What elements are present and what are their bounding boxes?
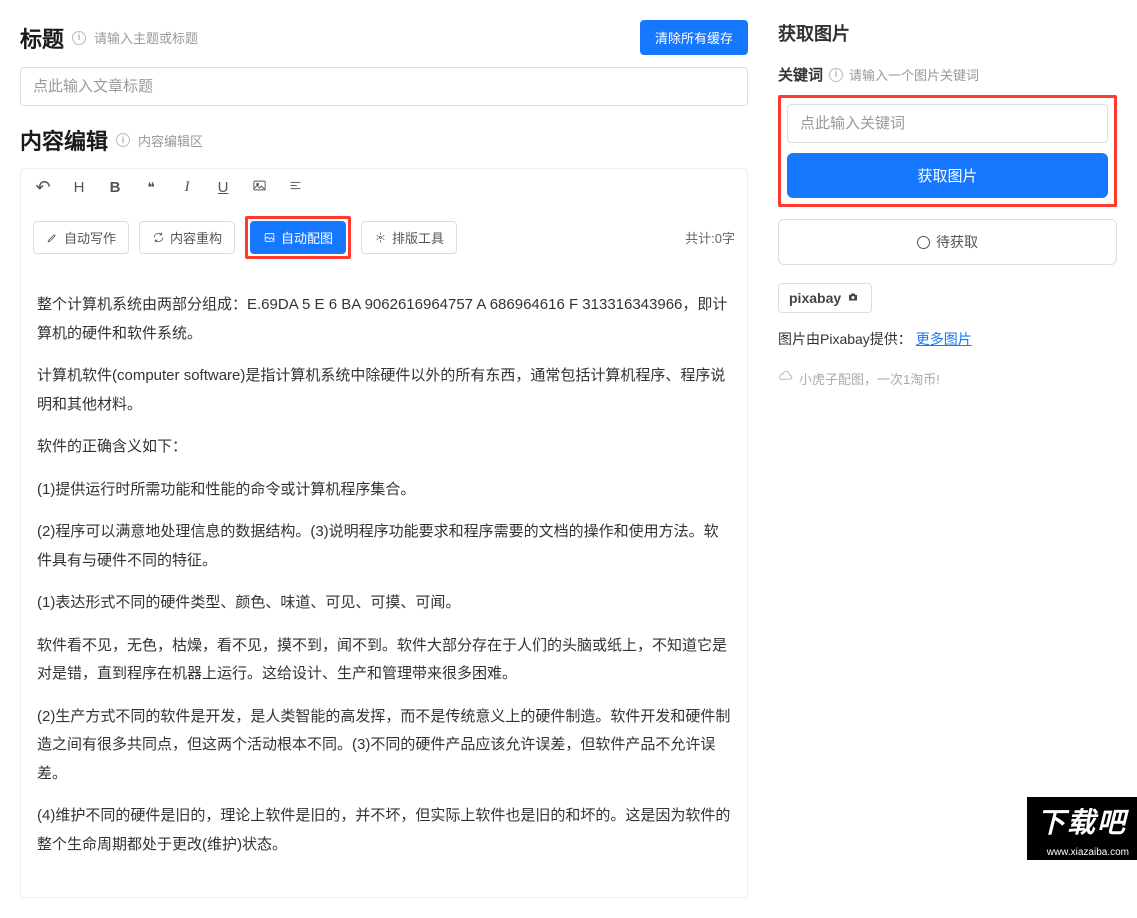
watermark-url: www.xiazaiba.com bbox=[1027, 845, 1137, 860]
title-hint: 请输入主题或标题 bbox=[94, 28, 198, 47]
align-icon[interactable] bbox=[285, 178, 305, 197]
right-panel: 获取图片 关键词 i 请输入一个图片关键词 获取图片 待获取 pixabay 图… bbox=[768, 0, 1137, 918]
keyword-label-text: 关键词 bbox=[778, 64, 823, 85]
heading-icon[interactable]: H bbox=[69, 179, 89, 196]
auto-image-highlight: 自动配图 bbox=[245, 216, 351, 259]
content-paragraph: (4)维护不同的硬件是旧的，理论上软件是旧的，并不坏，但实际上软件也是旧的和坏的… bbox=[37, 802, 731, 859]
undo-icon[interactable]: ↶ bbox=[33, 177, 53, 198]
watermark-logo: 下载吧 bbox=[1027, 797, 1137, 845]
cloud-icon bbox=[778, 371, 794, 386]
content-hint: 内容编辑区 bbox=[138, 131, 203, 150]
camera-icon bbox=[845, 291, 861, 306]
content-paragraph: (1)提供运行时所需功能和性能的命令或计算机程序集合。 bbox=[37, 476, 731, 505]
content-paragraph: 软件看不见，无色，枯燥，看不见，摸不到，闻不到。软件大部分存在于人们的头脑或纸上… bbox=[37, 632, 731, 689]
footer-note: 小虎子配图，一次1淘币! bbox=[778, 369, 1117, 388]
image-icon[interactable] bbox=[249, 178, 269, 197]
get-image-button[interactable]: 获取图片 bbox=[787, 153, 1108, 198]
underline-icon[interactable]: U bbox=[213, 179, 233, 196]
action-toolbar: 自动写作 内容重构 自动配图 排版工具 共计:0字 bbox=[21, 206, 747, 273]
image-source-text: 图片由Pixabay提供： 更多图片 bbox=[778, 329, 1117, 349]
pixabay-badge: pixabay bbox=[778, 283, 872, 313]
keyword-input[interactable] bbox=[787, 104, 1108, 143]
content-area[interactable]: 整个计算机系统由两部分组成：E.69DA 5 E 6 BA 9062616964… bbox=[21, 273, 747, 897]
content-paragraph: (1)表达形式不同的硬件类型、颜色、味道、可见、可摸、可闻。 bbox=[37, 589, 731, 618]
circle-icon bbox=[917, 236, 930, 249]
content-paragraph: (2)程序可以满意地处理信息的数据结构。(3)说明程序功能要求和程序需要的文档的… bbox=[37, 518, 731, 575]
layout-tool-button[interactable]: 排版工具 bbox=[361, 221, 457, 254]
get-image-title: 获取图片 bbox=[778, 20, 1117, 46]
article-title-input[interactable] bbox=[20, 67, 748, 106]
bold-icon[interactable]: B bbox=[105, 179, 125, 196]
title-header: 标题 i 请输入主题或标题 清除所有缓存 bbox=[20, 20, 748, 55]
info-icon: i bbox=[829, 68, 843, 82]
watermark: 下载吧 www.xiazaiba.com bbox=[1027, 797, 1137, 860]
content-paragraph: 整个计算机系统由两部分组成：E.69DA 5 E 6 BA 9062616964… bbox=[37, 291, 731, 348]
keyword-hint: 请输入一个图片关键词 bbox=[849, 65, 979, 84]
italic-icon[interactable]: I bbox=[177, 179, 197, 196]
auto-image-button[interactable]: 自动配图 bbox=[250, 221, 346, 254]
content-label: 内容编辑 bbox=[20, 124, 108, 156]
auto-write-button[interactable]: 自动写作 bbox=[33, 221, 129, 254]
restructure-button[interactable]: 内容重构 bbox=[139, 221, 235, 254]
more-images-link[interactable]: 更多图片 bbox=[916, 331, 972, 347]
content-header: 内容编辑 i 内容编辑区 bbox=[20, 124, 748, 156]
keyword-highlight-box: 获取图片 bbox=[778, 95, 1117, 207]
word-count: 共计:0字 bbox=[685, 228, 735, 247]
info-icon: i bbox=[116, 133, 130, 147]
editor-box: ↶ H B ❝ I U 自动写作 内 bbox=[20, 168, 748, 898]
content-paragraph: 软件的正确含义如下： bbox=[37, 433, 731, 462]
content-paragraph: 计算机软件(computer software)是指计算机系统中除硬件以外的所有… bbox=[37, 362, 731, 419]
quote-icon[interactable]: ❝ bbox=[141, 179, 161, 196]
left-panel: 标题 i 请输入主题或标题 清除所有缓存 内容编辑 i 内容编辑区 ↶ H B … bbox=[0, 0, 768, 918]
info-icon: i bbox=[72, 31, 86, 45]
content-paragraph: (2)生产方式不同的软件是开发，是人类智能的高发挥，而不是传统意义上的硬件制造。… bbox=[37, 703, 731, 789]
format-toolbar: ↶ H B ❝ I U bbox=[21, 169, 747, 206]
title-label: 标题 bbox=[20, 22, 64, 54]
keyword-header: 关键词 i 请输入一个图片关键词 bbox=[778, 64, 1117, 85]
clear-cache-button[interactable]: 清除所有缓存 bbox=[640, 20, 748, 55]
pending-button[interactable]: 待获取 bbox=[778, 219, 1117, 265]
